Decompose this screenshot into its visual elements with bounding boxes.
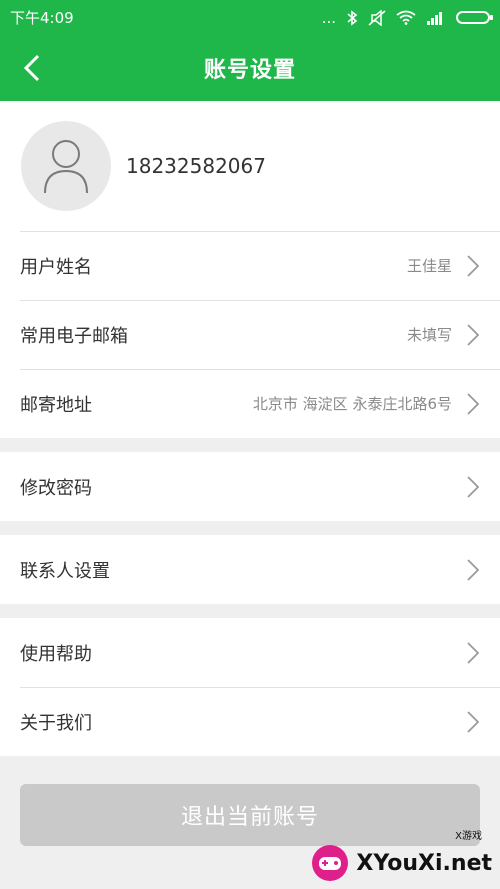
row-label: 联系人设置 <box>20 560 110 582</box>
chevron-right-icon <box>466 323 480 346</box>
row-contact-settings[interactable]: 联系人设置 <box>0 535 500 604</box>
row-label: 关于我们 <box>20 712 92 734</box>
title-bar: 账号设置 <box>0 35 500 101</box>
status-icons: ... <box>321 8 493 27</box>
user-icon <box>44 140 88 194</box>
contacts-group: 联系人设置 <box>0 535 500 604</box>
chevron-right-icon <box>466 475 480 498</box>
section-gap <box>0 521 500 535</box>
row-label: 用户姓名 <box>20 256 92 278</box>
row-value: 北京市 海淀区 永泰庄北路6号 <box>252 395 452 413</box>
row-change-password[interactable]: 修改密码 <box>0 452 500 521</box>
help-group: 使用帮助 关于我们 <box>0 618 500 756</box>
phone-number: 18232582067 <box>126 154 266 178</box>
chevron-right-icon <box>466 641 480 664</box>
row-label: 使用帮助 <box>20 643 92 665</box>
info-group: 用户姓名 王佳星 常用电子邮箱 未填写 邮寄地址 北京市 海淀区 永泰庄北路6号 <box>0 231 500 438</box>
row-label: 常用电子邮箱 <box>20 325 128 347</box>
row-help[interactable]: 使用帮助 <box>0 618 500 687</box>
chevron-right-icon <box>466 254 480 277</box>
row-value: 王佳星 <box>406 257 452 275</box>
bluetooth-icon <box>346 9 358 26</box>
logout-section: 退出当前账号 <box>0 756 500 846</box>
watermark: XYouXi.net X游戏 <box>310 831 492 883</box>
chevron-right-icon <box>466 710 480 733</box>
profile-section[interactable]: 18232582067 <box>0 101 500 231</box>
avatar[interactable] <box>21 121 111 211</box>
row-email[interactable]: 常用电子邮箱 未填写 <box>0 300 500 369</box>
mute-icon <box>368 9 386 26</box>
gamepad-logo-icon <box>312 845 349 881</box>
chevron-right-icon <box>466 392 480 415</box>
row-user-name[interactable]: 用户姓名 王佳星 <box>0 231 500 300</box>
more-dots: ... <box>321 8 336 27</box>
wifi-icon <box>396 10 416 25</box>
row-value: 未填写 <box>406 326 452 344</box>
row-label: 邮寄地址 <box>20 394 92 416</box>
row-about-us[interactable]: 关于我们 <box>0 687 500 756</box>
watermark-small-text: X游戏 <box>455 831 482 842</box>
password-group: 修改密码 <box>0 452 500 521</box>
watermark-text: XYouXi.net <box>356 850 492 876</box>
logout-button[interactable]: 退出当前账号 <box>20 784 480 846</box>
battery-icon <box>456 11 493 24</box>
chevron-left-icon[interactable] <box>16 53 46 83</box>
signal-icon <box>426 11 446 25</box>
row-label: 修改密码 <box>20 477 92 499</box>
status-time: 下午4:09 <box>10 9 74 27</box>
section-gap <box>0 604 500 618</box>
row-address[interactable]: 邮寄地址 北京市 海淀区 永泰庄北路6号 <box>0 369 500 438</box>
chevron-right-icon <box>466 558 480 581</box>
status-bar: 下午4:09 ... <box>0 0 500 35</box>
section-gap <box>0 438 500 452</box>
page-title: 账号设置 <box>203 58 296 83</box>
